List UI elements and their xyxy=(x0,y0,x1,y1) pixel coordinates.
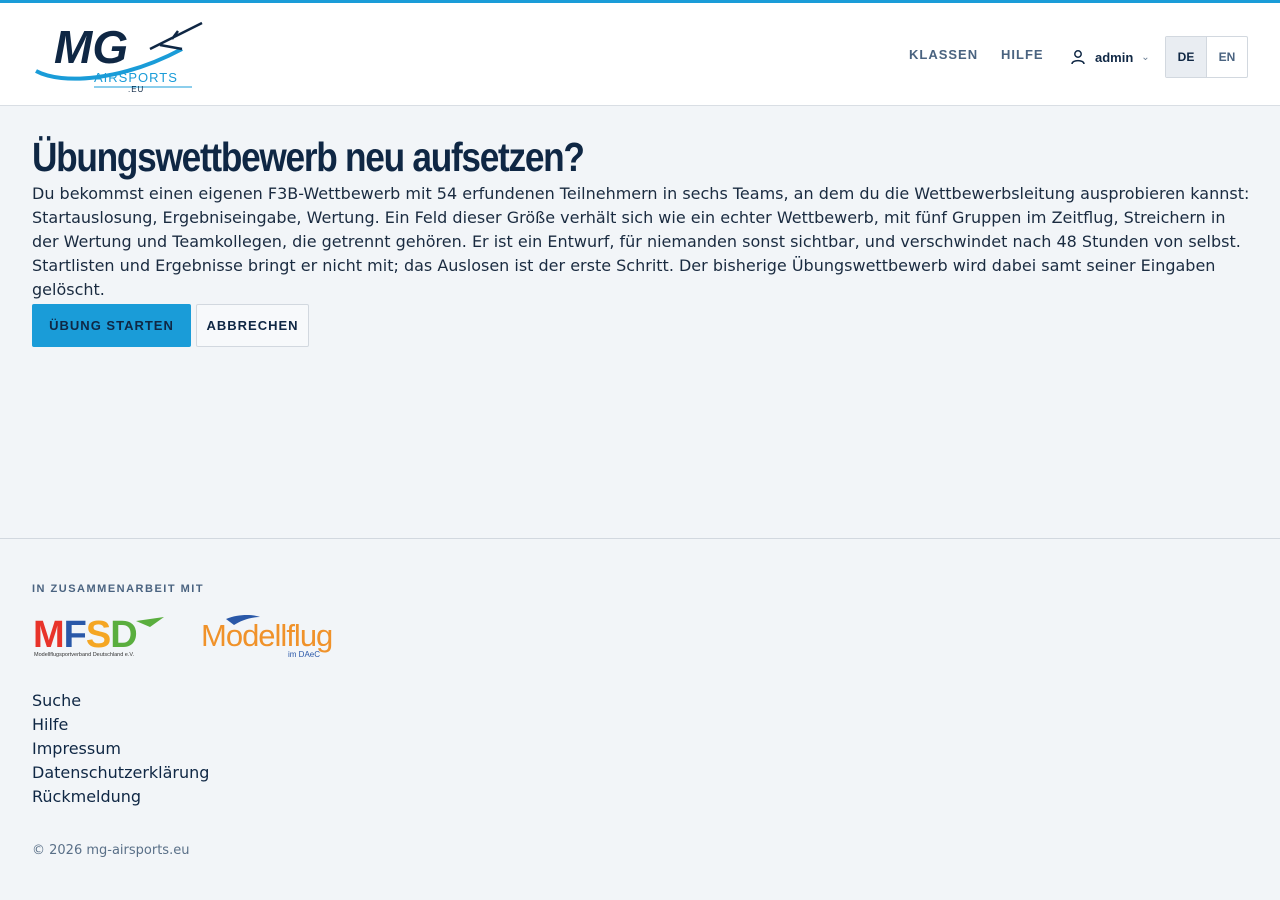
copyright: © 2026 mg-airsports.eu xyxy=(32,843,190,858)
partner-label: IN ZUSAMMENARBEIT MIT xyxy=(32,583,205,595)
logo-word: AIRSPORTS xyxy=(94,70,178,85)
user-menu[interactable]: admin ⌄ xyxy=(1070,47,1150,67)
modellflug-subtitle: im DAeC xyxy=(288,650,320,659)
modellflug-name: Modellflug xyxy=(201,618,332,653)
logo-graphic: MG AIRSPORTS .EU xyxy=(35,21,203,94)
language-en-button[interactable]: EN xyxy=(1207,37,1247,77)
mfsd-logo-name: MFSD xyxy=(33,614,137,656)
footer-link-feedback[interactable]: Rückmeldung xyxy=(32,785,209,809)
chevron-down-icon: ⌄ xyxy=(1141,51,1150,63)
mfsd-logo-graphic: MFSD Modellflugsportverband Deutschland … xyxy=(33,614,164,658)
footer-link-help[interactable]: Hilfe xyxy=(32,713,209,737)
user-icon xyxy=(1071,50,1085,65)
logo-suffix: .EU xyxy=(128,85,144,93)
nav-classes[interactable]: KLASSEN xyxy=(909,47,978,62)
language-switcher: DE EN xyxy=(1165,36,1248,78)
footer-links: Suche Hilfe Impressum Datenschutzerkläru… xyxy=(32,689,209,809)
language-de-button[interactable]: DE xyxy=(1166,37,1207,77)
intro-text: Du bekommst einen eigenen F3B-Wettbewerb… xyxy=(32,184,1250,299)
modellflug-logo[interactable]: Modellflug im DAeC xyxy=(200,611,346,661)
footer-link-imprint[interactable]: Impressum xyxy=(32,737,209,761)
site-logo[interactable]: MG AIRSPORTS .EU xyxy=(32,19,204,94)
start-practice-button[interactable]: ÜBUNG STARTEN xyxy=(32,304,191,347)
logo-mark: MG xyxy=(54,21,128,73)
top-bar: MG AIRSPORTS .EU KLASSEN HILFE admin ⌄ D… xyxy=(0,0,1280,106)
user-name: admin xyxy=(1095,49,1134,65)
glider-icon xyxy=(149,21,203,51)
page-title: Übungswettbewerb neu aufsetzen? xyxy=(32,134,585,180)
footer-link-privacy[interactable]: Datenschutzerklärung xyxy=(32,761,209,785)
mfsd-subtitle: Modellflugsportverband Deutschland e.V. xyxy=(34,652,135,658)
mfsd-logo[interactable]: MFSD Modellflugsportverband Deutschland … xyxy=(32,613,166,659)
footer-link-search[interactable]: Suche xyxy=(32,689,209,713)
modellflug-logo-graphic: Modellflug im DAeC xyxy=(201,615,333,659)
footer: IN ZUSAMMENARBEIT MIT MFSD Modellflugspo… xyxy=(0,538,1280,900)
cancel-button[interactable]: ABBRECHEN xyxy=(196,304,309,347)
nav-help[interactable]: HILFE xyxy=(1001,47,1044,62)
